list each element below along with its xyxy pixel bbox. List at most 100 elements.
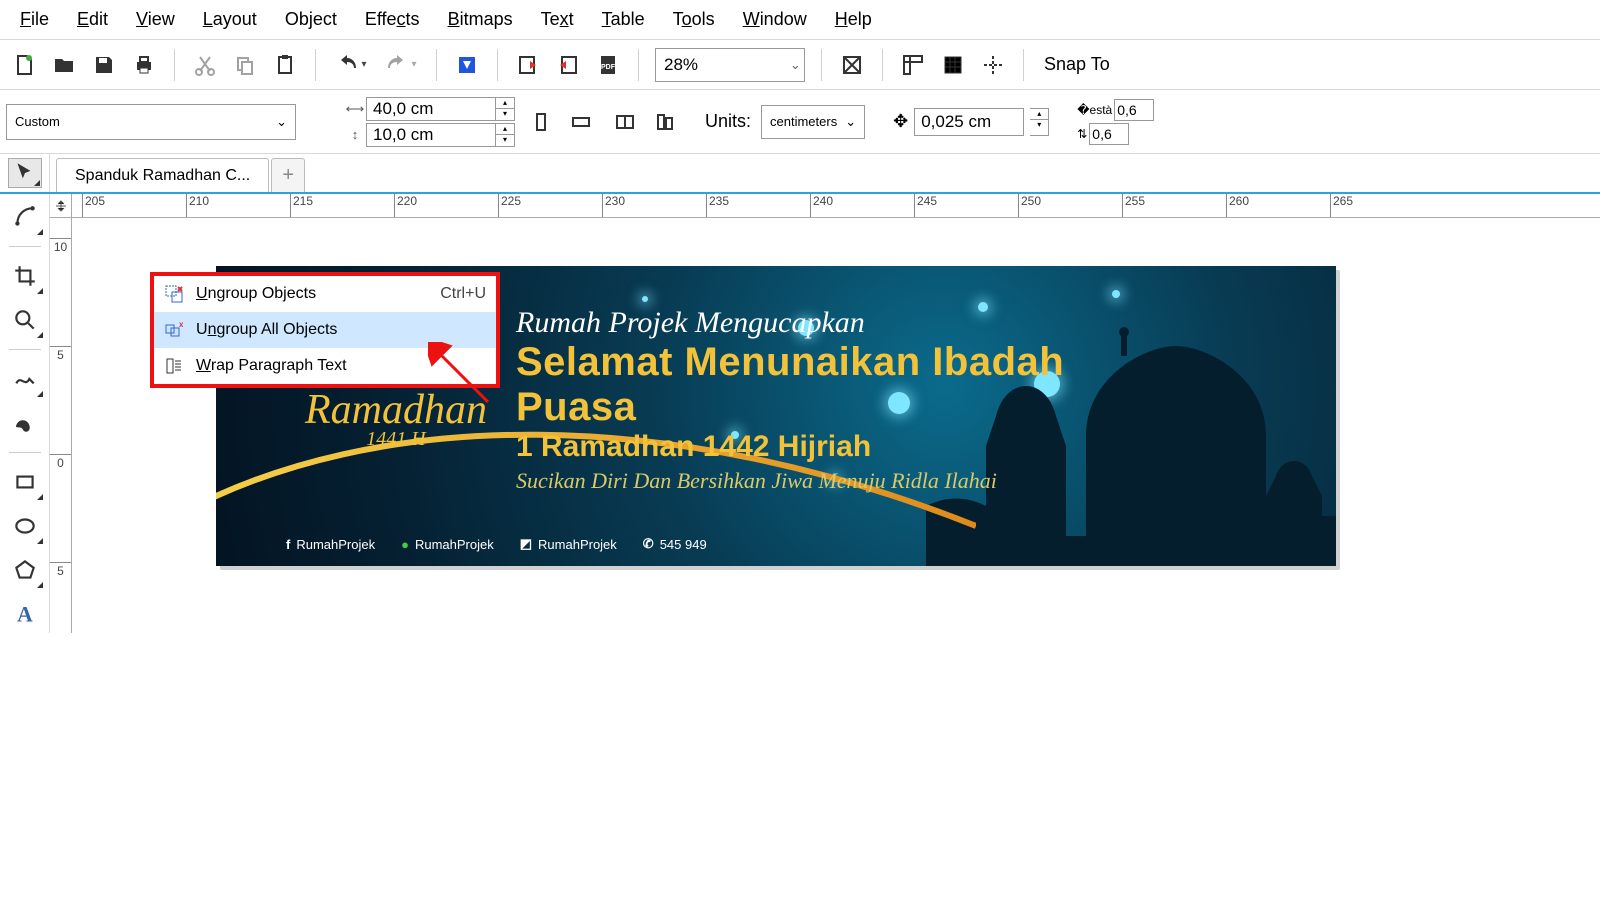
portrait-button[interactable] xyxy=(523,104,559,140)
tab-add-button[interactable]: + xyxy=(271,158,305,192)
text-tool[interactable]: A xyxy=(6,595,44,633)
search-content-button[interactable] xyxy=(449,47,485,83)
new-button[interactable] xyxy=(6,47,42,83)
h-tick: 215 xyxy=(290,194,313,217)
banner-line4: Sucikan Diri Dan Bersihkan Jiwa Menuju R… xyxy=(516,468,1076,494)
publish-pdf-button[interactable]: PDF xyxy=(590,47,626,83)
undo-button[interactable]: ▾ xyxy=(328,47,374,83)
menu-file[interactable]: FFileile xyxy=(6,3,63,36)
zoom-tool[interactable] xyxy=(6,301,44,339)
h-tick: 210 xyxy=(186,194,209,217)
v-tick: 5 xyxy=(50,346,71,362)
dup-y-input[interactable] xyxy=(1089,123,1129,145)
menu-view[interactable]: View xyxy=(122,3,189,36)
height-spinner[interactable]: ▴▾ xyxy=(496,123,515,147)
ctx-ungroup-all-label: Ungroup All Objects xyxy=(196,321,486,339)
polygon-tool[interactable] xyxy=(6,551,44,589)
h-tick: 250 xyxy=(1018,194,1041,217)
nudge-input[interactable] xyxy=(914,108,1024,136)
toolbox-header xyxy=(0,154,50,192)
width-icon: ⟷ xyxy=(344,98,366,120)
menu-help[interactable]: Help xyxy=(821,3,886,36)
all-pages-button[interactable] xyxy=(607,104,643,140)
units-combo[interactable]: centimeters ⌄ xyxy=(761,105,865,139)
page-width-input[interactable] xyxy=(366,97,496,121)
document-tab-area: Spanduk Ramadhan C... + xyxy=(0,154,1600,194)
chevron-down-icon: ⌄ xyxy=(276,114,287,130)
snap-to-label[interactable]: Snap To xyxy=(1036,54,1118,75)
ctx-ungroup[interactable]: Ungroup Objects Ctrl+U xyxy=(154,276,496,312)
artistic-media-tool[interactable] xyxy=(6,404,44,442)
svg-text:PDF: PDF xyxy=(601,64,616,71)
crop-tool[interactable] xyxy=(6,257,44,295)
phone-icon: ✆ xyxy=(643,536,654,552)
banner-socials: fRumahProjek ●RumahProjek ◩RumahProjek ✆… xyxy=(286,536,707,552)
copy-button[interactable] xyxy=(227,47,263,83)
menu-layout[interactable]: Layout xyxy=(189,3,271,36)
width-spinner[interactable]: ▴▾ xyxy=(496,97,515,121)
units-value: centimeters xyxy=(770,114,837,129)
page-preset-combo[interactable]: Custom ⌄ xyxy=(6,104,296,140)
rectangle-tool[interactable] xyxy=(6,463,44,501)
ruler-origin[interactable] xyxy=(50,194,72,218)
import-button[interactable] xyxy=(510,47,546,83)
dup-x-input[interactable] xyxy=(1114,99,1154,121)
cut-button[interactable] xyxy=(187,47,223,83)
social-phone: 545 949 xyxy=(660,537,707,552)
svg-text:A: A xyxy=(17,603,33,627)
h-tick: 260 xyxy=(1226,194,1249,217)
banner-text: Rumah Projek Mengucapkan Selamat Menunai… xyxy=(516,306,1076,494)
v-tick: 0 xyxy=(50,454,71,470)
nudge-icon: ✥ xyxy=(893,111,908,132)
freehand-tool[interactable] xyxy=(6,360,44,398)
h-tick: 205 xyxy=(82,194,105,217)
chevron-down-icon: ⌄ xyxy=(845,114,856,130)
h-tick: 230 xyxy=(602,194,625,217)
export-button[interactable] xyxy=(550,47,586,83)
menu-tools[interactable]: Tools xyxy=(659,3,729,36)
show-grid-button[interactable] xyxy=(935,47,971,83)
save-button[interactable] xyxy=(86,47,122,83)
full-screen-button[interactable] xyxy=(834,47,870,83)
menu-edit[interactable]: Edit xyxy=(63,3,122,36)
menu-window[interactable]: Window xyxy=(729,3,821,36)
banner-line1: Rumah Projek Mengucapkan xyxy=(516,306,1076,340)
wrap-text-icon xyxy=(164,356,184,376)
nudge-spinner[interactable]: ▴▾ xyxy=(1030,108,1049,136)
zoom-input[interactable] xyxy=(656,55,787,75)
ellipse-tool[interactable] xyxy=(6,507,44,545)
h-tick: 245 xyxy=(914,194,937,217)
pick-tool[interactable] xyxy=(8,158,42,188)
show-guidelines-button[interactable] xyxy=(975,47,1011,83)
canvas[interactable]: 205 210 215 220 225 230 235 240 245 250 … xyxy=(50,194,1600,633)
menu-object[interactable]: Object xyxy=(271,3,351,36)
page-dimensions: ⟷ ▴▾ ↕ ▴▾ xyxy=(344,97,515,147)
menubar: FFileile Edit View Layout Object Effects… xyxy=(0,0,1600,40)
print-button[interactable] xyxy=(126,47,162,83)
current-page-button[interactable] xyxy=(647,104,683,140)
menu-text[interactable]: Text xyxy=(527,3,588,36)
menu-table[interactable]: Table xyxy=(588,3,659,36)
v-tick: 5 xyxy=(50,562,71,578)
vertical-ruler[interactable]: 10 5 0 5 10 xyxy=(50,218,72,633)
chevron-down-icon[interactable]: ⌄ xyxy=(787,57,804,73)
annotation-arrow xyxy=(428,342,498,412)
ctx-ungroup-label: Ungroup Objects xyxy=(196,285,428,303)
h-tick: 265 xyxy=(1330,194,1353,217)
horizontal-ruler[interactable]: 205 210 215 220 225 230 235 240 245 250 … xyxy=(72,194,1600,218)
tab-document-active[interactable]: Spanduk Ramadhan C... xyxy=(56,158,269,192)
menu-bitmaps[interactable]: Bitmaps xyxy=(434,3,527,36)
landscape-button[interactable] xyxy=(563,104,599,140)
open-button[interactable] xyxy=(46,47,82,83)
shape-tool[interactable] xyxy=(6,198,44,236)
dup-x-icon: �està xyxy=(1077,103,1112,117)
paste-button[interactable] xyxy=(267,47,303,83)
whatsapp-icon: ● xyxy=(401,537,409,552)
zoom-level-combo[interactable]: ⌄ xyxy=(655,48,805,82)
instagram-icon: ◩ xyxy=(520,536,532,552)
menu-effects[interactable]: Effects xyxy=(351,3,434,36)
show-rulers-button[interactable] xyxy=(895,47,931,83)
banner-line2: Selamat Menunaikan Ibadah Puasa xyxy=(516,340,1076,430)
page-height-input[interactable] xyxy=(366,123,496,147)
redo-button[interactable]: ▾ xyxy=(378,47,424,83)
